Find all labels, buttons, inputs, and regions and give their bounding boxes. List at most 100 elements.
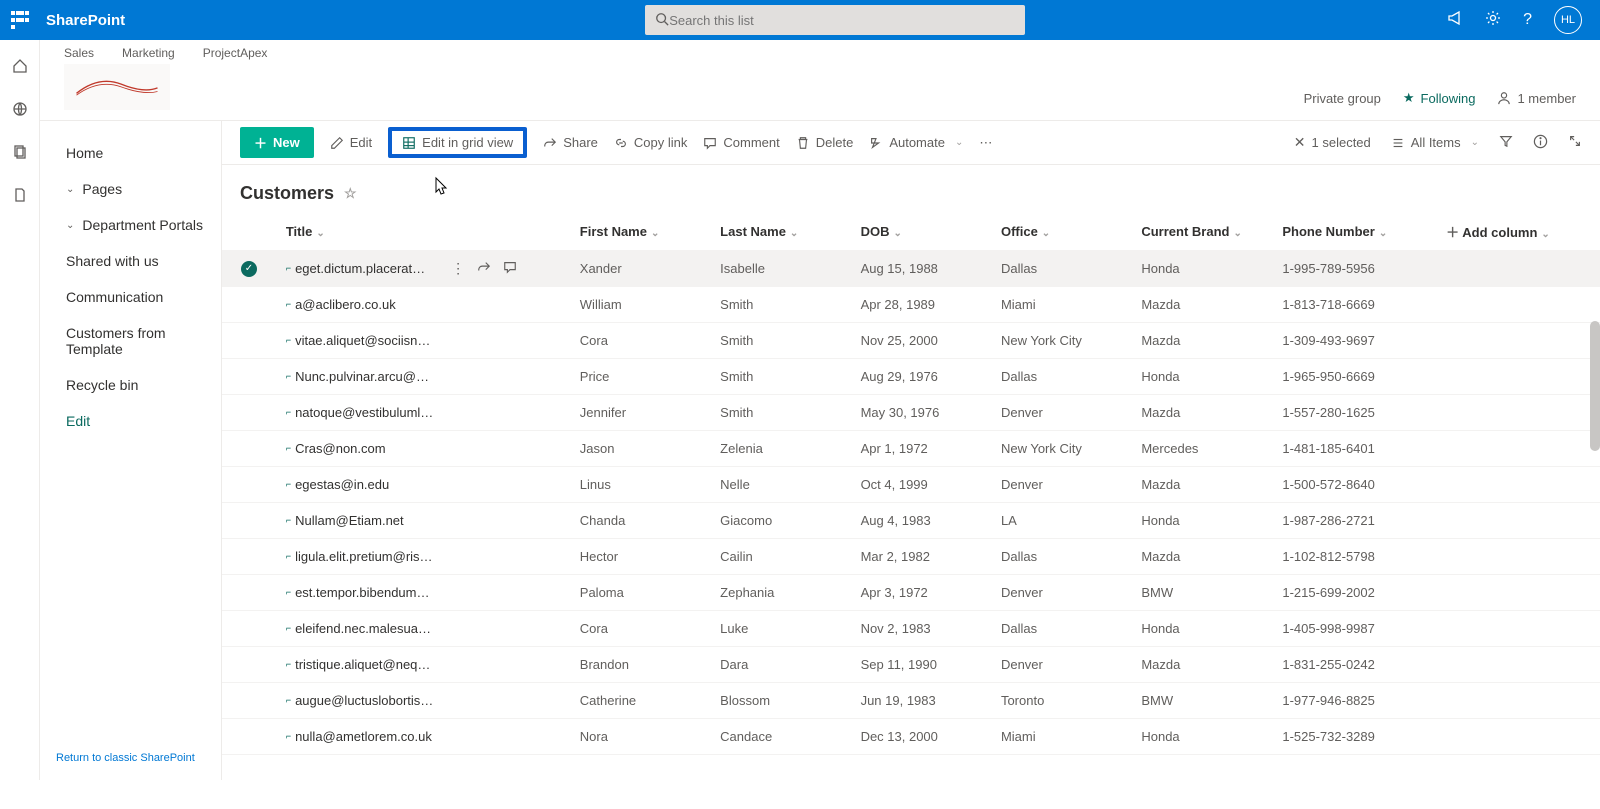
title-cell[interactable]: a@aclibero.co.uk bbox=[295, 297, 396, 312]
filter-icon[interactable] bbox=[1499, 134, 1513, 151]
brand-cell: Honda bbox=[1131, 718, 1272, 754]
favorite-star-icon[interactable]: ☆ bbox=[344, 185, 357, 202]
clear-selection[interactable]: ✕ 1 selected bbox=[1294, 134, 1371, 151]
expand-icon[interactable] bbox=[1568, 134, 1582, 151]
edit-grid-view-button[interactable]: Edit in grid view bbox=[388, 127, 527, 158]
col-last-name[interactable]: Last Name⌄ bbox=[710, 214, 850, 250]
globe-icon[interactable] bbox=[12, 101, 28, 122]
title-cell[interactable]: tristique.aliquet@neque.co.uk bbox=[295, 657, 435, 672]
table-row[interactable]: ⌐augue@luctuslobortisClass.co.ukCatherin… bbox=[222, 682, 1600, 718]
first-name-cell: William bbox=[570, 286, 710, 322]
view-switcher[interactable]: All Items⌄ bbox=[1391, 135, 1479, 150]
following-toggle[interactable]: ★ Following bbox=[1403, 90, 1476, 106]
help-icon[interactable]: ? bbox=[1523, 11, 1532, 29]
item-type-icon: ⌐ bbox=[286, 335, 291, 345]
item-type-icon: ⌐ bbox=[286, 299, 291, 309]
nav-edit-link[interactable]: Edit bbox=[40, 403, 221, 439]
col-phone[interactable]: Phone Number⌄ bbox=[1272, 214, 1436, 250]
copy-link-button[interactable]: Copy link bbox=[614, 135, 687, 150]
return-classic-link[interactable]: Return to classic SharePoint bbox=[40, 744, 221, 772]
table-row[interactable]: ⌐vitae.aliquet@sociisnatoque.comCoraSmit… bbox=[222, 322, 1600, 358]
site-logo[interactable] bbox=[64, 64, 170, 110]
delete-button[interactable]: Delete bbox=[796, 135, 854, 150]
table-row[interactable]: ⌐egestas@in.eduLinusNelleOct 4, 1999Denv… bbox=[222, 466, 1600, 502]
brand-cell: Mazda bbox=[1131, 394, 1272, 430]
brand-cell: Mercedes bbox=[1131, 430, 1272, 466]
title-cell[interactable]: vitae.aliquet@sociisnatoque.com bbox=[295, 333, 435, 348]
automate-button[interactable]: Automate⌄ bbox=[869, 135, 963, 150]
title-cell[interactable]: est.tempor.bibendum@neccursusa.com bbox=[295, 585, 435, 600]
megaphone-icon[interactable] bbox=[1447, 10, 1463, 30]
dob-cell: Aug 4, 1983 bbox=[851, 502, 991, 538]
search-input[interactable] bbox=[669, 13, 1015, 28]
left-rail bbox=[0, 40, 40, 780]
search-box[interactable] bbox=[645, 5, 1025, 35]
chevron-down-icon: ⌄ bbox=[66, 184, 74, 195]
page-icon[interactable] bbox=[12, 187, 28, 208]
edit-button[interactable]: Edit bbox=[330, 135, 372, 150]
hub-link-marketing[interactable]: Marketing bbox=[122, 46, 175, 60]
table-row[interactable]: ⌐Cras@non.comJasonZeleniaApr 1, 1972New … bbox=[222, 430, 1600, 466]
trash-icon bbox=[796, 136, 810, 150]
title-cell[interactable]: eget.dictum.placerat@m... bbox=[295, 261, 435, 276]
comment-row-icon[interactable] bbox=[503, 260, 517, 277]
chevron-down-icon: ⌄ bbox=[1471, 137, 1479, 148]
table-row[interactable]: ⌐nulla@ametlorem.co.ukNoraCandaceDec 13,… bbox=[222, 718, 1600, 754]
col-brand[interactable]: Current Brand⌄ bbox=[1131, 214, 1272, 250]
table-row[interactable]: ⌐eleifend.nec.malesuada@atrisus.caCoraLu… bbox=[222, 610, 1600, 646]
title-cell[interactable]: natoque@vestibulumlorem.edu bbox=[295, 405, 435, 420]
members-label: 1 member bbox=[1517, 91, 1576, 106]
table-row[interactable]: ⌐tristique.aliquet@neque.co.ukBrandonDar… bbox=[222, 646, 1600, 682]
share-button[interactable]: Share bbox=[543, 135, 598, 150]
table-row[interactable]: ⌐a@aclibero.co.ukWilliamSmithApr 28, 198… bbox=[222, 286, 1600, 322]
col-dob[interactable]: DOB⌄ bbox=[851, 214, 991, 250]
title-cell[interactable]: augue@luctuslobortisClass.co.uk bbox=[295, 693, 435, 708]
scrollbar[interactable] bbox=[1590, 321, 1600, 451]
checkmark-icon[interactable]: ✓ bbox=[241, 261, 257, 277]
table-row[interactable]: ⌐natoque@vestibulumlorem.eduJenniferSmit… bbox=[222, 394, 1600, 430]
table-row[interactable]: ⌐Nullam@Etiam.netChandaGiacomoAug 4, 198… bbox=[222, 502, 1600, 538]
hub-link-projectapex[interactable]: ProjectApex bbox=[203, 46, 268, 60]
col-first-name[interactable]: First Name⌄ bbox=[570, 214, 710, 250]
share-row-icon[interactable] bbox=[477, 260, 491, 277]
nav-communication[interactable]: Communication bbox=[40, 279, 221, 315]
table-row[interactable]: ⌐ligula.elit.pretium@risus.caHectorCaili… bbox=[222, 538, 1600, 574]
nav-recycle-bin[interactable]: Recycle bin bbox=[40, 367, 221, 403]
title-cell[interactable]: Nullam@Etiam.net bbox=[295, 513, 404, 528]
avatar[interactable]: HL bbox=[1554, 6, 1582, 34]
gear-icon[interactable] bbox=[1485, 10, 1501, 30]
title-cell[interactable]: egestas@in.edu bbox=[295, 477, 389, 492]
hub-link-sales[interactable]: Sales bbox=[64, 46, 94, 60]
new-button[interactable]: ＋ New bbox=[240, 127, 314, 158]
members[interactable]: 1 member bbox=[1497, 91, 1576, 106]
title-cell[interactable]: eleifend.nec.malesuada@atrisus.ca bbox=[295, 621, 435, 636]
files-icon[interactable] bbox=[12, 144, 28, 165]
col-title[interactable]: Title⌄ bbox=[276, 214, 570, 250]
nav-shared-with-us[interactable]: Shared with us bbox=[40, 243, 221, 279]
info-icon[interactable] bbox=[1533, 134, 1548, 152]
title-cell[interactable]: nulla@ametlorem.co.uk bbox=[295, 729, 432, 744]
col-office[interactable]: Office⌄ bbox=[991, 214, 1131, 250]
table-row[interactable]: ✓⌐eget.dictum.placerat@m...⋮XanderIsabel… bbox=[222, 250, 1600, 286]
nav-department-portals[interactable]: ⌄Department Portals bbox=[40, 207, 221, 243]
first-name-cell: Linus bbox=[570, 466, 710, 502]
brand-cell: Mazda bbox=[1131, 286, 1272, 322]
title-cell[interactable]: Cras@non.com bbox=[295, 441, 386, 456]
nav-pages[interactable]: ⌄Pages bbox=[40, 171, 221, 207]
comment-button[interactable]: Comment bbox=[703, 135, 779, 150]
nav-customers-from-template[interactable]: Customers from Template bbox=[40, 315, 221, 367]
last-name-cell: Zephania bbox=[710, 574, 850, 610]
add-column[interactable]: ＋ Add column⌄ bbox=[1436, 214, 1600, 250]
office-cell: Dallas bbox=[991, 250, 1131, 286]
more-icon[interactable]: ⋮ bbox=[451, 260, 465, 277]
table-row[interactable]: ⌐est.tempor.bibendum@neccursusa.comPalom… bbox=[222, 574, 1600, 610]
brand-label[interactable]: SharePoint bbox=[46, 12, 125, 29]
nav-home[interactable]: Home bbox=[40, 135, 221, 171]
more-button[interactable]: ⋯ bbox=[979, 135, 992, 151]
title-cell[interactable]: ligula.elit.pretium@risus.ca bbox=[295, 549, 435, 564]
share-icon bbox=[543, 136, 557, 150]
home-icon[interactable] bbox=[12, 58, 28, 79]
app-launcher-icon[interactable] bbox=[8, 8, 32, 32]
title-cell[interactable]: Nunc.pulvinar.arcu@conubianostraper.edu bbox=[295, 369, 435, 384]
table-row[interactable]: ⌐Nunc.pulvinar.arcu@conubianostraper.edu… bbox=[222, 358, 1600, 394]
